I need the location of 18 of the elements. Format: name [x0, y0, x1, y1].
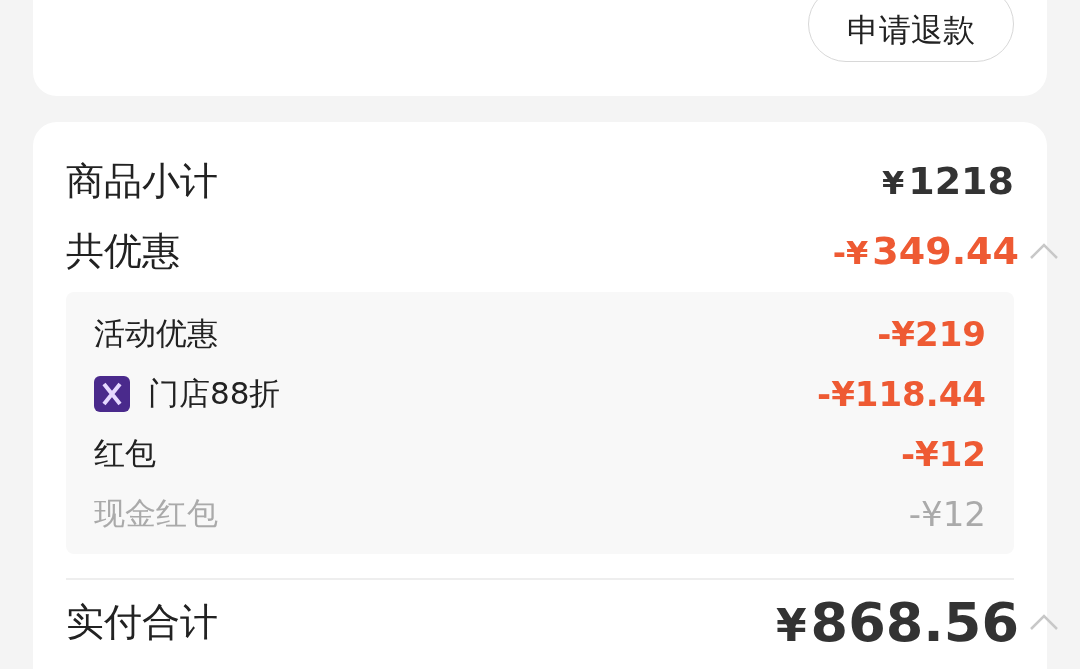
discount-item-amount: -¥12: [900, 434, 986, 474]
chevron-up-icon[interactable]: [1029, 613, 1059, 631]
discount-amount: -¥349.44: [832, 229, 1019, 273]
subtotal-amount: ¥1218: [881, 159, 1014, 203]
chevron-up-icon[interactable]: [1029, 242, 1059, 260]
total-amount: ¥868.56: [776, 590, 1019, 654]
refund-button[interactable]: 申请退款: [808, 0, 1014, 62]
discount-item-label: 红包: [94, 434, 156, 473]
discount-subitem-label: 现金红包: [94, 494, 218, 533]
discount-item-label: 门店88折: [148, 374, 281, 413]
discount-label: 共优惠: [66, 227, 180, 275]
discount-item-amount: -¥219: [877, 314, 986, 354]
store-logo-icon: [94, 376, 130, 412]
subtotal-label: 商品小计: [66, 157, 218, 205]
total-label: 实付合计: [66, 598, 218, 646]
discount-subitem-amount: -¥12: [908, 494, 986, 534]
discount-item-label: 活动优惠: [94, 314, 218, 353]
discount-item-amount: -¥118.44: [817, 374, 986, 414]
